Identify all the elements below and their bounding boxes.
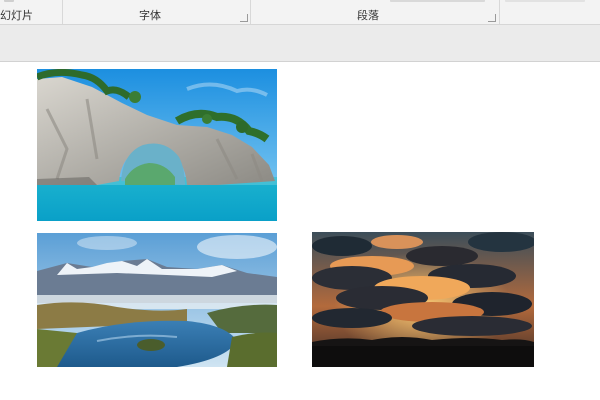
ribbon-collapsed-area: [0, 25, 600, 62]
ribbon-group-paragraph: 段落: [251, 0, 499, 24]
ribbon-group-label-font: 字体: [139, 9, 161, 22]
sunset-clouds-image[interactable]: [312, 232, 534, 367]
paragraph-dialog-launcher-icon[interactable]: [488, 14, 496, 22]
mountain-lake-valley-image[interactable]: [37, 233, 277, 367]
ribbon-group-label-paragraph: 段落: [357, 9, 379, 22]
coastal-rock-arch-image[interactable]: [37, 69, 277, 221]
ribbon-group-font: 字体: [63, 0, 250, 24]
cut-off-control[interactable]: [505, 0, 585, 2]
font-dialog-launcher-icon[interactable]: [240, 14, 248, 22]
ribbon-toolbar: 幻灯片 字体 段落: [0, 0, 600, 25]
ribbon-separator: [499, 0, 500, 24]
ribbon-group-slides: 幻灯片: [0, 0, 62, 24]
ribbon-group-label-slides: 幻灯片: [0, 9, 33, 22]
